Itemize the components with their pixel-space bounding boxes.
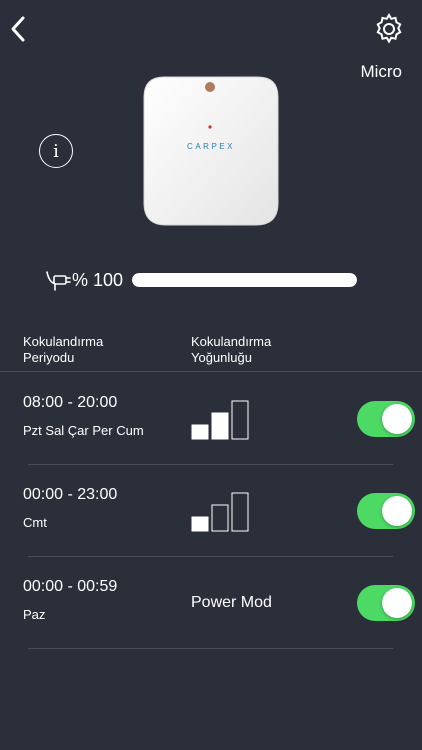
info-button[interactable]: i <box>39 134 73 168</box>
schedule-days: Paz <box>23 607 46 622</box>
plug-icon <box>44 266 72 294</box>
schedule-row[interactable]: 00:00 - 23:00 Cmt <box>0 464 422 556</box>
toggle-knob <box>382 496 412 526</box>
schedule-time: 08:00 - 20:00 <box>23 394 118 411</box>
schedule-toggle[interactable] <box>357 401 415 437</box>
info-icon: i <box>53 140 59 162</box>
back-button[interactable] <box>6 12 32 46</box>
chevron-left-icon <box>11 16 25 42</box>
intensity-level-icon[interactable] <box>191 490 251 532</box>
device-image: CARPEX <box>142 75 280 227</box>
intensity-bar-filled <box>191 424 209 440</box>
schedule-row[interactable]: 00:00 - 00:59 Paz Power Mod <box>0 556 422 648</box>
battery-bar <box>132 273 357 287</box>
device-name: Micro <box>360 62 402 81</box>
schedule-row[interactable]: 08:00 - 20:00 Pzt Sal Çar Per Cum <box>0 372 422 464</box>
schedule-toggle[interactable] <box>357 493 415 529</box>
gear-icon <box>376 13 402 44</box>
power-mode-label[interactable]: Power Mod <box>191 582 272 624</box>
brand-logo: CARPEX <box>187 142 235 151</box>
period-column-header: Kokulandırma Periyodu <box>23 334 104 365</box>
schedule-days: Pzt Sal Çar Per Cum <box>23 423 144 438</box>
schedule-days: Cmt <box>23 515 47 530</box>
intensity-level-icon[interactable] <box>191 398 251 440</box>
intensity-bar-filled <box>191 516 209 532</box>
battery-bar-fill <box>132 273 357 287</box>
intensity-bar-empty <box>211 504 229 532</box>
toggle-knob <box>382 404 412 434</box>
schedule-time: 00:00 - 23:00 <box>23 486 118 503</box>
intensity-bar-filled <box>211 412 229 440</box>
row-divider <box>28 648 393 649</box>
toggle-knob <box>382 588 412 618</box>
settings-button[interactable] <box>372 12 406 46</box>
intensity-column-header: Kokulandırma Yoğunluğu <box>191 334 272 365</box>
schedule-time: 00:00 - 00:59 <box>23 578 118 595</box>
schedule-toggle[interactable] <box>357 585 415 621</box>
intensity-bar-empty <box>231 400 249 440</box>
intensity-bar-empty <box>231 492 249 532</box>
battery-percentage: % 100 <box>72 270 124 290</box>
